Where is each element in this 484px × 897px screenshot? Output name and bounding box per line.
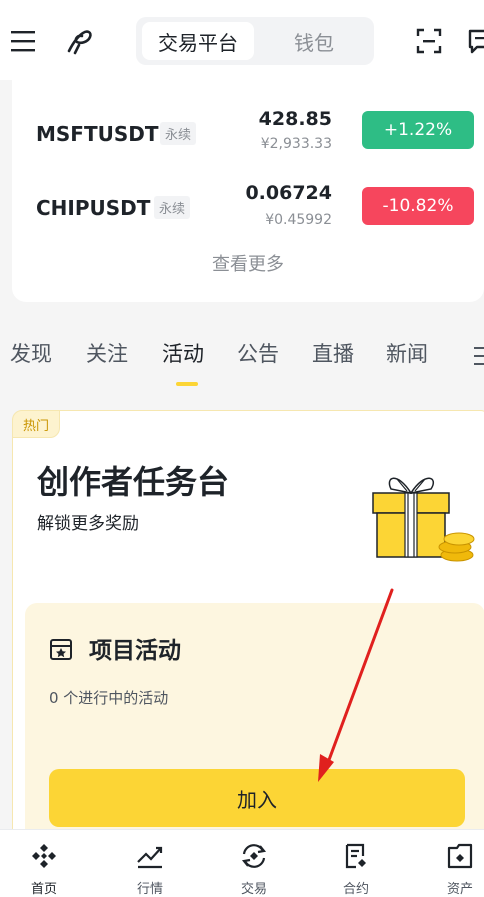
tab-live[interactable]: 直播	[312, 338, 354, 368]
project-activity-panel: 项目活动 0 个进行中的活动 加入	[25, 603, 484, 853]
tab-discover[interactable]: 发现	[10, 338, 52, 368]
symbol: CHIPUSDT	[36, 196, 151, 220]
market-list-card: MSFTUSDT 永续 428.85 ¥2,933.33 +1.22% CHIP…	[12, 70, 484, 302]
change-badge: +1.22%	[362, 111, 474, 149]
gift-icon	[367, 463, 477, 563]
brand-icon[interactable]	[64, 26, 96, 56]
card-title: 创作者任务台	[37, 463, 230, 501]
bottom-nav: 首页 行情 交易 合约 资产	[0, 829, 484, 897]
tab-exchange[interactable]: 交易平台	[142, 22, 254, 60]
nav-label: 首页	[30, 882, 57, 897]
markets-icon	[136, 842, 164, 870]
last-price: 0.06724	[245, 182, 332, 204]
symbol: MSFTUSDT	[36, 122, 159, 146]
message-icon[interactable]	[466, 26, 484, 56]
nav-assets[interactable]: 资产	[420, 830, 484, 897]
nav-home[interactable]: 首页	[4, 830, 84, 897]
market-row[interactable]: MSFTUSDT 永续 428.85 ¥2,933.33 +1.22%	[12, 104, 484, 164]
home-icon	[30, 842, 58, 870]
tab-announcements[interactable]: 公告	[237, 338, 279, 368]
calendar-icon	[49, 637, 73, 661]
view-more-link[interactable]: 查看更多	[12, 250, 484, 276]
tab-activity[interactable]: 活动	[162, 338, 204, 368]
market-row[interactable]: CHIPUSDT 永续 0.06724 ¥0.45992 -10.82%	[12, 182, 484, 242]
tab-news[interactable]: 新闻	[386, 338, 428, 368]
futures-icon	[342, 842, 370, 870]
cny-price: ¥0.45992	[265, 212, 332, 228]
perpetual-badge: 永续	[160, 122, 197, 145]
app-screen: 交易平台 钱包 MSFTUSDT 永续 428.85 ¥2,933.33 +1.…	[0, 0, 484, 897]
perpetual-badge: 永续	[154, 196, 191, 219]
top-bar: 交易平台 钱包	[0, 0, 484, 80]
hot-badge: 热门	[12, 410, 60, 438]
assets-icon	[446, 842, 474, 870]
creator-task-card[interactable]: 热门 创作者任务台 解锁更多奖励 项目活动 0 个进行中的活动 加入	[12, 410, 484, 853]
tab-following[interactable]: 关注	[86, 338, 128, 368]
nav-futures[interactable]: 合约	[316, 830, 396, 897]
card-subtitle: 解锁更多奖励	[37, 514, 139, 534]
nav-markets[interactable]: 行情	[110, 830, 190, 897]
trade-icon	[240, 842, 268, 870]
join-button[interactable]: 加入	[49, 769, 465, 827]
nav-trade[interactable]: 交易	[214, 830, 294, 897]
tab-wallet[interactable]: 钱包	[260, 22, 368, 60]
active-tab-indicator	[176, 382, 198, 386]
project-title: 项目活动	[89, 638, 181, 664]
scan-icon[interactable]	[414, 26, 444, 56]
cny-price: ¥2,933.33	[260, 136, 332, 152]
last-price: 428.85	[258, 108, 332, 130]
segment-control: 交易平台 钱包	[136, 17, 374, 65]
nav-label: 行情	[136, 882, 163, 897]
nav-label: 资产	[446, 882, 473, 897]
feed-tabs: 发现 关注 活动 公告 直播 新闻	[0, 330, 484, 390]
nav-label: 合约	[342, 882, 369, 897]
change-badge: -10.82%	[362, 187, 474, 225]
ongoing-count: 0 个进行中的活动	[49, 689, 169, 707]
nav-label: 交易	[240, 882, 267, 897]
more-tabs-icon[interactable]	[470, 344, 484, 368]
menu-icon[interactable]	[10, 28, 38, 54]
